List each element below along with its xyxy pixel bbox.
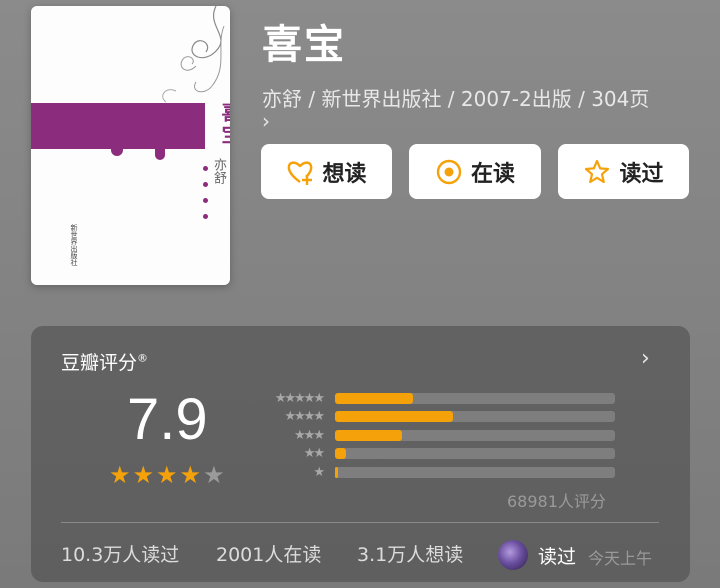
rating-row: ★★ — [253, 445, 615, 464]
rating-bar-fill — [335, 429, 403, 441]
rating-bar-track — [335, 411, 615, 423]
rating-row-stars: ★★★★ — [284, 409, 325, 425]
divider — [61, 522, 659, 523]
rating-bar-track — [335, 448, 615, 460]
rating-score: 7.9 — [127, 387, 208, 452]
rating-row-stars: ★★★★★ — [274, 390, 325, 406]
read-count[interactable]: 10.3万人读过 — [61, 540, 179, 567]
chevron-right-icon: › — [262, 109, 270, 133]
cover-publisher: 新世界出版社 — [70, 224, 78, 266]
reading-button[interactable]: 在读 — [409, 144, 541, 199]
reading-label: 在读 — [470, 161, 515, 187]
want-count[interactable]: 3.1万人想读 — [357, 540, 463, 567]
rating-stars: ★ ★ ★ ★ ★ — [109, 462, 225, 488]
rating-heading-text: 豆瓣评分 — [61, 352, 138, 374]
want-to-read-button[interactable]: 想读 — [261, 144, 392, 199]
rating-row: ★★★★ — [253, 408, 615, 427]
star-empty-icon: ★ — [203, 461, 225, 489]
rating-row: ★★★ — [253, 426, 615, 445]
book-title: 喜宝 — [262, 22, 346, 68]
have-read-label: 读过 — [619, 161, 664, 187]
cover-band — [31, 103, 205, 149]
cover-drip — [155, 146, 165, 160]
star-outline-icon — [583, 158, 611, 186]
rating-bar-fill — [335, 448, 347, 460]
avatar[interactable] — [498, 540, 528, 570]
rating-distribution: ★★★★★ ★★★★ ★★★ ★★ ★ — [253, 389, 615, 482]
target-icon — [435, 158, 463, 186]
want-to-read-label: 想读 — [322, 161, 367, 187]
heart-plus-icon — [286, 158, 314, 186]
star-filled-icon: ★ — [132, 461, 155, 489]
rating-card[interactable]: 豆瓣评分® › 7.9 ★ ★ ★ ★ ★ ★★★★★ ★★★★ ★★★ ★★ ★ 68981人… — [31, 326, 690, 582]
book-meta[interactable]: 亦舒 / 新世界出版社 / 2007-2出版 / 304页 › — [262, 86, 692, 134]
cover-author: 亦舒 — [211, 158, 226, 184]
rating-bar-fill — [335, 411, 453, 423]
book-meta-text: 亦舒 / 新世界出版社 / 2007-2出版 / 304页 — [262, 87, 650, 111]
star-filled-icon: ★ — [109, 461, 131, 489]
chevron-right-icon[interactable]: › — [641, 346, 650, 371]
book-cover[interactable]: 喜宝 亦舒 新世界出版社 — [31, 6, 230, 285]
rating-bar-track — [335, 466, 615, 478]
rating-count: 68981人评分 — [507, 492, 606, 511]
rating-row-stars: ★★★ — [294, 427, 325, 443]
cover-drip — [111, 146, 123, 156]
friend-status: 读过 — [538, 546, 577, 568]
rating-row: ★★★★★ — [253, 389, 615, 408]
registered-mark: ® — [137, 351, 149, 365]
rating-heading: 豆瓣评分® — [61, 348, 148, 375]
reading-count[interactable]: 2001人在读 — [216, 540, 321, 567]
rating-bar-fill — [335, 392, 414, 404]
rating-bar-track — [335, 429, 615, 441]
star-filled-icon: ★ — [179, 461, 202, 489]
rating-row: ★ — [253, 463, 615, 482]
swirl-decoration — [162, 6, 225, 103]
rating-bar-fill — [335, 466, 338, 478]
rating-row-stars: ★★ — [303, 446, 325, 462]
rating-bar-track — [335, 392, 615, 404]
star-filled-icon: ★ — [156, 461, 178, 489]
friend-time: 今天上午 — [588, 549, 653, 568]
have-read-button[interactable]: 读过 — [558, 144, 689, 199]
rating-row-stars: ★ — [313, 464, 325, 480]
cover-title: 喜宝 — [218, 102, 230, 146]
